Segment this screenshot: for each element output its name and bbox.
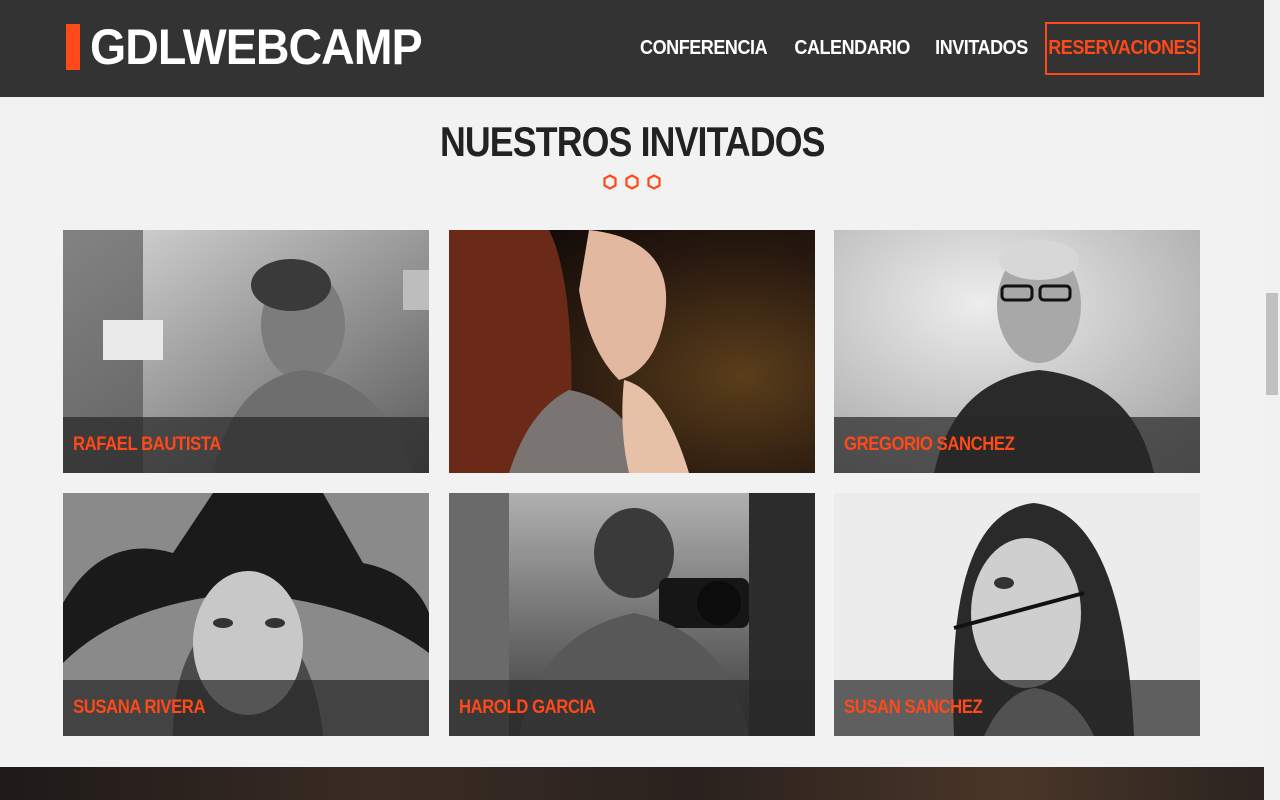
guest-name: SUSAN SANCHEZ — [844, 697, 983, 718]
guest-card[interactable]: HAROLD GARCIA — [449, 493, 815, 736]
guest-caption: HAROLD GARCIA — [449, 680, 815, 736]
title-decoration — [0, 174, 1264, 190]
guest-name: RAFAEL BAUTISTA — [73, 434, 221, 455]
guest-card[interactable]: SUSAN SANCHEZ — [834, 493, 1200, 736]
nav-conferencia[interactable]: CONFERENCIA — [636, 37, 770, 60]
logo-accent-bar — [66, 24, 80, 70]
guest-name: GREGORIO SANCHEZ — [844, 434, 1015, 455]
site-logo[interactable]: GDLWEBCAMP — [66, 19, 447, 75]
next-section-background — [0, 767, 1264, 800]
guest-caption: RAFAEL BAUTISTA — [63, 417, 429, 473]
site-header: GDLWEBCAMP CONFERENCIA CALENDARIO INVITA… — [0, 0, 1264, 97]
guest-card[interactable]: SUSANA RIVERA — [63, 493, 429, 736]
hexagon-icon — [647, 174, 661, 190]
main-nav: CONFERENCIA CALENDARIO INVITADOS RESERVA… — [623, 22, 1200, 75]
guest-card[interactable]: GREGORIO SANCHEZ — [834, 230, 1200, 473]
guest-photo — [449, 230, 815, 473]
guest-card[interactable]: RAFAEL BAUTISTA — [63, 230, 429, 473]
guest-name: SUSANA RIVERA — [73, 697, 206, 718]
guest-name: HAROLD GARCIA — [459, 697, 596, 718]
guest-card[interactable] — [449, 230, 815, 473]
scrollbar-thumb[interactable] — [1266, 293, 1278, 395]
section-title: NUESTROS INVITADOS — [439, 118, 826, 165]
guest-caption: SUSAN SANCHEZ — [834, 680, 1200, 736]
nav-reservaciones-button[interactable]: RESERVACIONES — [1045, 22, 1200, 75]
hexagon-icon — [625, 174, 639, 190]
logo-text: GDLWEBCAMP — [90, 19, 423, 75]
nav-invitados[interactable]: INVITADOS — [932, 37, 1032, 60]
nav-calendario[interactable]: CALENDARIO — [791, 37, 914, 60]
hexagon-icon — [603, 174, 617, 190]
nav-reservaciones-label: RESERVACIONES — [1048, 37, 1197, 59]
guest-caption: SUSANA RIVERA — [63, 680, 429, 736]
guest-caption: GREGORIO SANCHEZ — [834, 417, 1200, 473]
page-scrollbar[interactable] — [1264, 0, 1280, 800]
